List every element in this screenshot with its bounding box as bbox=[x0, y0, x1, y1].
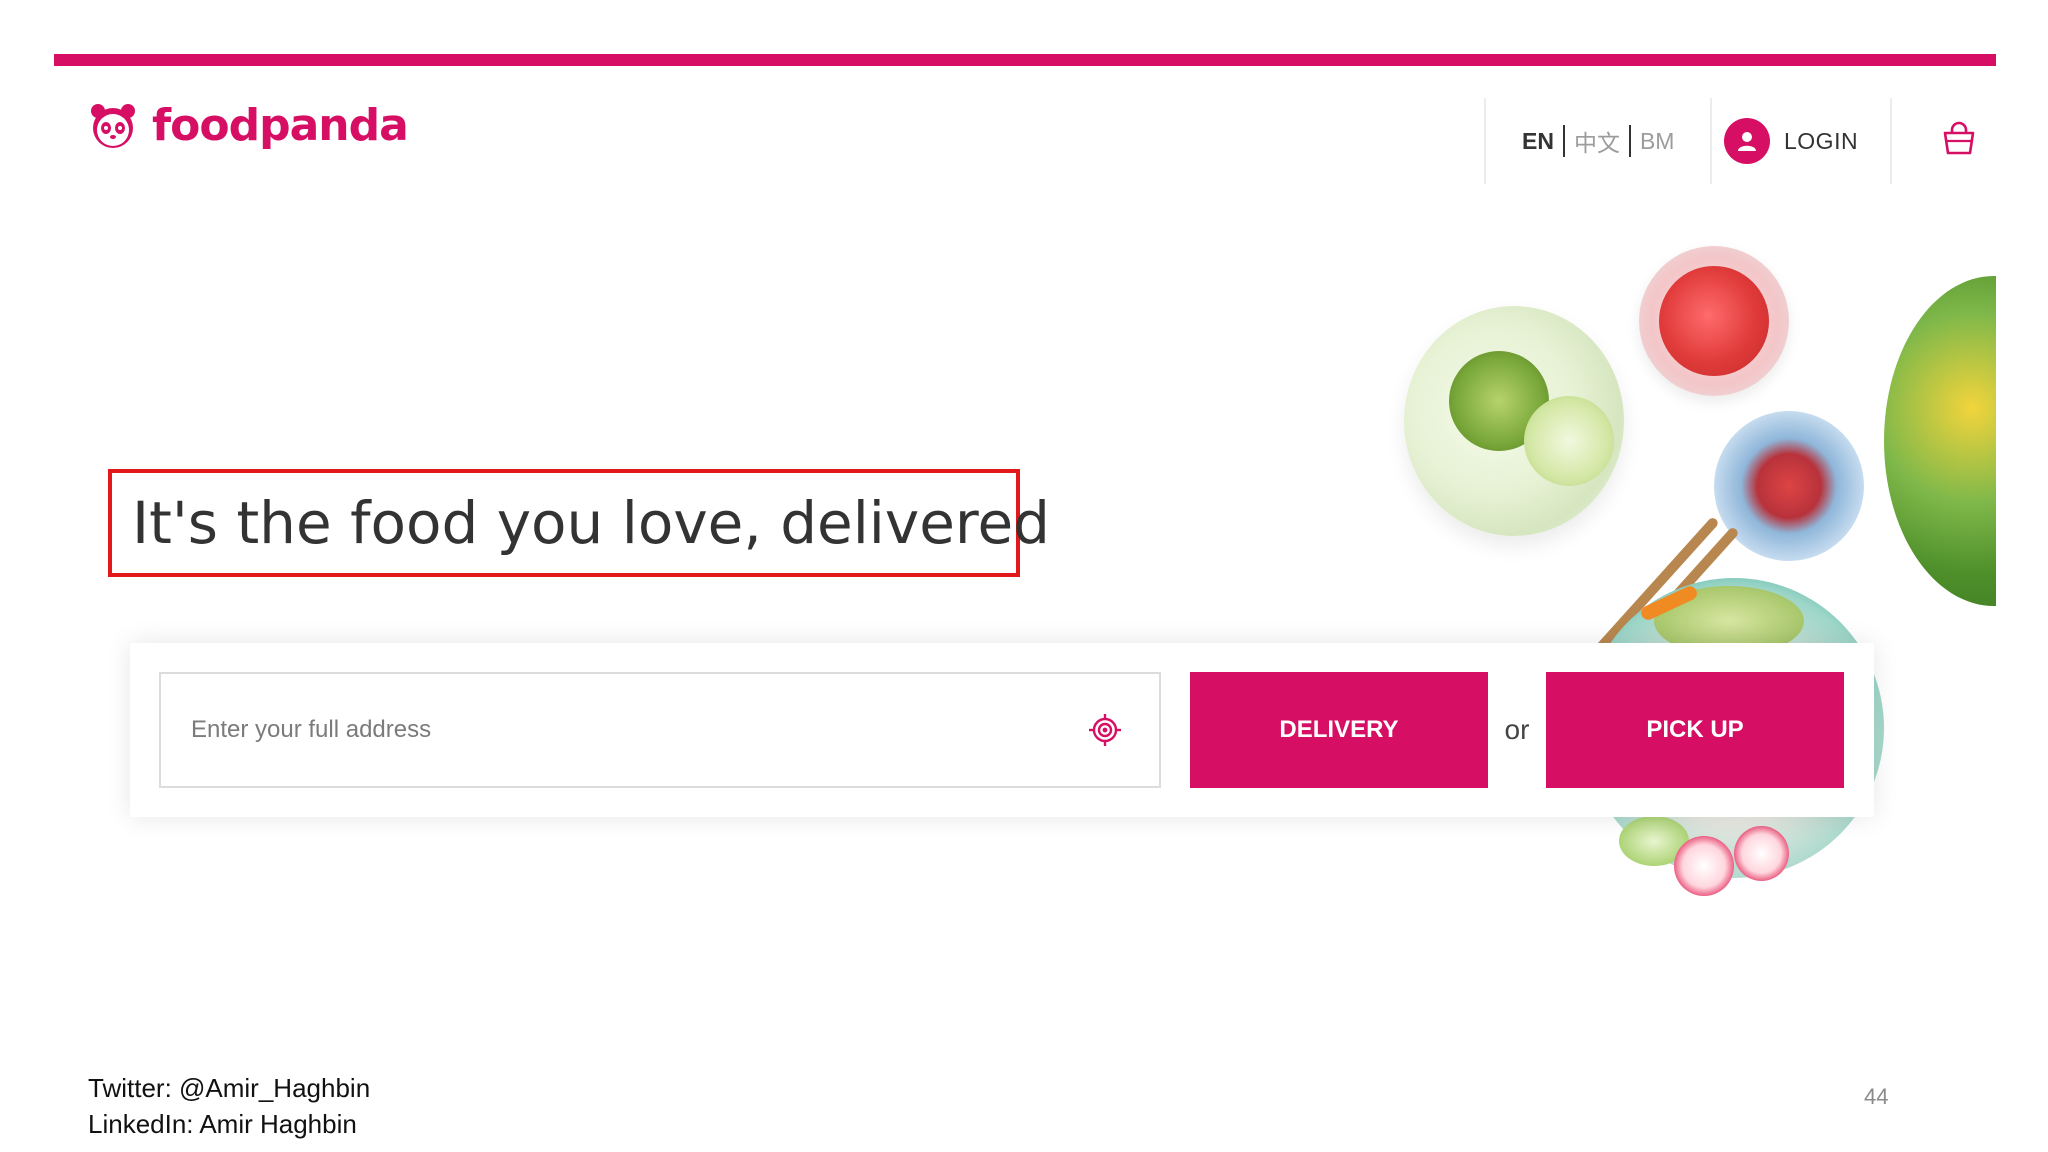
lang-divider bbox=[1562, 125, 1565, 157]
address-search-card: DELIVERY or PICK UP bbox=[130, 643, 1874, 817]
hero-title: It's the food you love, delivered bbox=[108, 468, 1050, 577]
radish-image bbox=[1734, 826, 1789, 881]
radish-image bbox=[1674, 836, 1734, 896]
pickup-button[interactable]: PICK UP bbox=[1546, 672, 1844, 788]
brand-top-bar bbox=[54, 54, 1996, 66]
user-icon bbox=[1724, 118, 1770, 164]
slide-credits: Twitter: @Amir_Haghbin LinkedIn: Amir Ha… bbox=[88, 1070, 370, 1142]
lime-slice-image bbox=[1524, 396, 1614, 486]
login-label: LOGIN bbox=[1784, 127, 1859, 154]
strawberries-image bbox=[1659, 266, 1769, 376]
lang-zh[interactable]: 中文 bbox=[1574, 124, 1620, 158]
brand-name: foodpanda bbox=[152, 100, 409, 151]
address-input[interactable] bbox=[161, 674, 1085, 786]
lang-en[interactable]: EN bbox=[1522, 128, 1554, 155]
lang-bm[interactable]: BM bbox=[1640, 128, 1675, 155]
chili-bowl-image bbox=[1714, 411, 1864, 561]
linkedin-handle: LinkedIn: Amir Haghbin bbox=[88, 1109, 357, 1139]
locate-icon[interactable] bbox=[1085, 710, 1125, 750]
panda-logo-icon bbox=[88, 101, 138, 151]
foodpanda-homepage: foodpanda EN 中文 BM LOGIN It's the food y… bbox=[54, 66, 1996, 1006]
shopping-bag-icon bbox=[1941, 121, 1977, 162]
delivery-button[interactable]: DELIVERY bbox=[1190, 672, 1488, 788]
twitter-handle: Twitter: @Amir_Haghbin bbox=[88, 1073, 371, 1103]
or-separator: or bbox=[1504, 714, 1530, 745]
lang-divider bbox=[1628, 125, 1631, 157]
login-button[interactable]: LOGIN bbox=[1724, 98, 1893, 184]
language-switcher: EN 中文 BM bbox=[1484, 98, 1713, 184]
slide-page-number: 44 bbox=[1864, 1084, 1889, 1109]
address-field bbox=[159, 672, 1161, 788]
salad-bowl-image bbox=[1884, 276, 1996, 606]
cart-button[interactable] bbox=[1924, 106, 1994, 176]
foodpanda-logo[interactable]: foodpanda bbox=[88, 100, 409, 151]
